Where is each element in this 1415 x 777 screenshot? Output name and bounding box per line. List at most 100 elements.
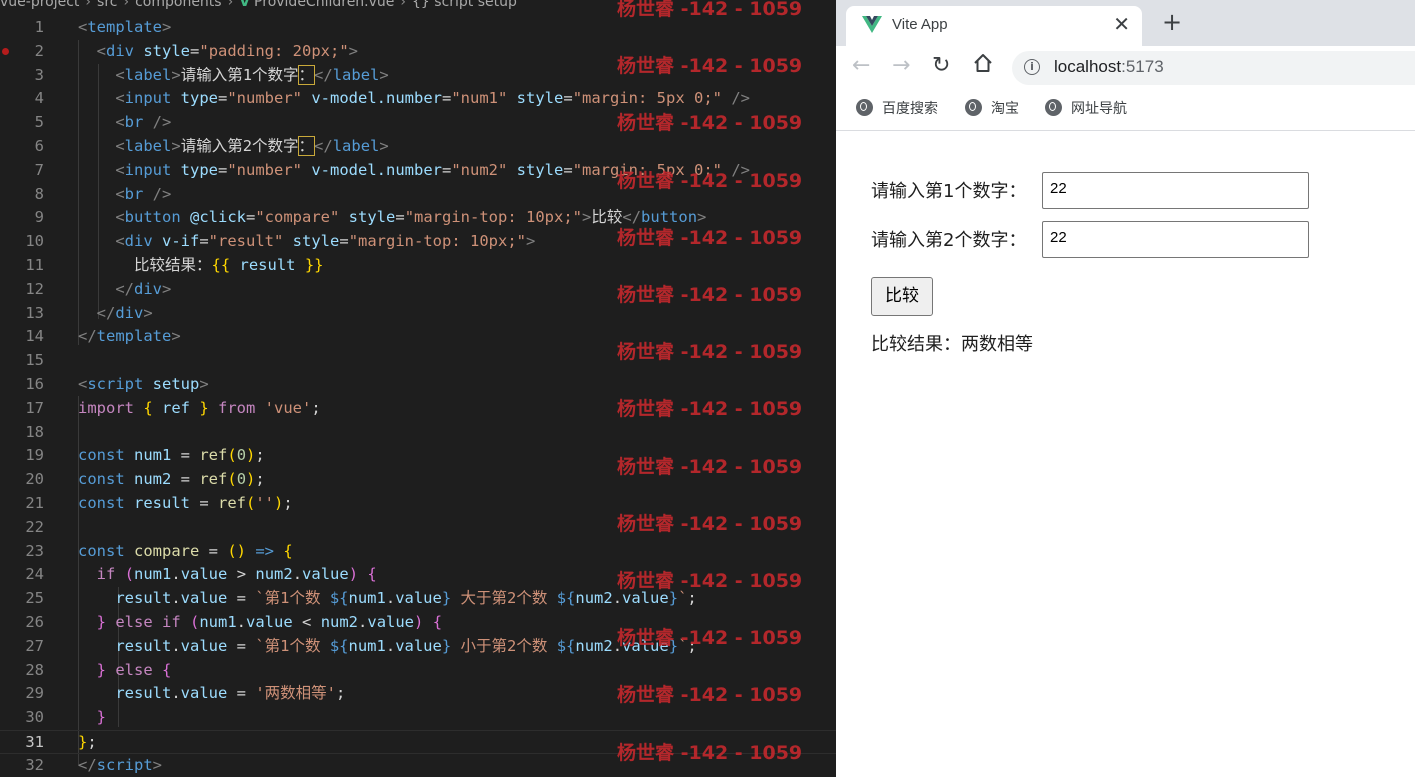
code-text: 比较结果：{{ result }} [78, 254, 324, 278]
address-bar[interactable]: i localhost:5173 [1012, 51, 1415, 85]
breadcrumb-item-project[interactable]: vue-project [0, 0, 79, 10]
code-token: < [115, 65, 125, 84]
code-token: } [96, 660, 116, 679]
code-token: 小于第2个数 [451, 636, 557, 655]
code-text: import { ref } from 'vue'; [78, 397, 321, 421]
code-text: <label>请输入第1个数字：</label> [78, 64, 389, 88]
code-token: }} [304, 255, 324, 274]
watermark-text: 杨世睿 -142 - 1059 [617, 226, 803, 249]
code-line[interactable]: 23 const compare = () => { [0, 540, 836, 564]
code-token: . [385, 589, 396, 608]
code-token: > [171, 65, 181, 84]
code-text: result.value = `第1个数 ${num1.value} 大于第2个… [78, 587, 696, 611]
code-token: </ [314, 65, 333, 84]
code-token: style [348, 208, 396, 227]
back-arrow-icon[interactable]: ← [852, 53, 870, 78]
code-token: script [87, 374, 153, 393]
bookmark-nav[interactable]: 网址导航 [1045, 98, 1127, 120]
code-token: < [115, 232, 125, 251]
code-token: . [171, 636, 181, 655]
code-token: `第1个数 [255, 636, 330, 655]
code-token: ) { [414, 612, 443, 631]
line-number: 7 [34, 160, 44, 179]
reload-icon[interactable]: ↻ [932, 53, 950, 78]
breadcrumb-item-src[interactable]: src [97, 0, 117, 10]
close-tab-icon[interactable]: ✕ [1113, 12, 1130, 36]
num2-input[interactable]: 22 [1042, 221, 1309, 258]
code-token: '' [255, 493, 275, 512]
code-line[interactable]: 18 [0, 421, 836, 445]
code-text: const compare = () => { [78, 540, 293, 564]
code-token: = [395, 208, 405, 227]
code-token: = [236, 636, 256, 655]
code-token: const [78, 541, 134, 560]
code-token: "number" [227, 160, 312, 179]
code-token: value [180, 589, 237, 608]
code-token: result [115, 589, 172, 608]
code-token: value [395, 589, 442, 608]
code-token: < [115, 136, 125, 155]
breadcrumb-item-file[interactable]: ProvideChildren.vue [254, 0, 394, 10]
code-text: </div> [78, 278, 171, 302]
code-token: > [348, 41, 359, 60]
watermark-text: 杨世睿 -142 - 1059 [617, 455, 803, 478]
code-line[interactable]: 30 } [0, 706, 836, 730]
code-line[interactable]: 11 比较结果：{{ result }} [0, 254, 836, 278]
code-text: }; [78, 731, 97, 755]
code-token: > [199, 374, 209, 393]
home-icon[interactable] [972, 52, 994, 74]
code-token: ; [283, 493, 293, 512]
code-token: compare [134, 541, 209, 560]
watermark-text: 杨世睿 -142 - 1059 [617, 512, 803, 535]
code-token: ${ [329, 589, 349, 608]
code-token: "compare" [255, 208, 349, 227]
breadcrumb-item-symbol[interactable]: {} script setup [412, 0, 517, 10]
code-line[interactable]: 28 } else { [0, 659, 836, 683]
bookmark-taobao[interactable]: 淘宝 [965, 98, 1019, 120]
bookmark-baidu[interactable]: 百度搜索 [856, 98, 938, 120]
browser-tab[interactable]: Vite App ✕ [846, 6, 1142, 46]
line-number: 24 [25, 565, 44, 584]
url-text[interactable]: localhost:5173 [1054, 57, 1164, 77]
bookmark-label: 淘宝 [991, 101, 1019, 117]
watermark-text: 杨世睿 -142 - 1059 [617, 0, 803, 20]
chevron-right-icon: › [227, 0, 234, 10]
code-token: num1 [134, 565, 172, 584]
code-token: label [332, 65, 380, 84]
compare-button[interactable]: 比较 [871, 277, 933, 316]
globe-icon [1045, 99, 1062, 116]
code-line[interactable]: 16 <script setup> [0, 373, 836, 397]
code-token: const [78, 493, 134, 512]
code-token: div [106, 41, 144, 60]
code-token: style [516, 89, 564, 108]
code-token: ; [255, 470, 265, 489]
info-icon[interactable]: i [1024, 59, 1040, 75]
code-token: value [395, 636, 442, 655]
breadcrumb-item-components[interactable]: components [135, 0, 222, 10]
line-number: 21 [25, 493, 44, 512]
code-token: ${ [556, 636, 576, 655]
code-token: ) [246, 446, 256, 465]
code-text: <br /> [78, 111, 171, 135]
code-token: ： [297, 64, 316, 85]
code-token: script [96, 755, 153, 774]
tab-title: Vite App [892, 16, 948, 33]
forward-arrow-icon[interactable]: → [892, 53, 910, 78]
code-token: ( [124, 565, 135, 584]
num1-input[interactable]: 22 [1042, 172, 1309, 209]
code-line[interactable]: 6 <label>请输入第2个数字：</label> [0, 135, 836, 159]
code-token: num1 [348, 636, 386, 655]
code-token: </ [115, 279, 134, 298]
new-tab-button[interactable]: + [1162, 8, 1182, 36]
code-text: <label>请输入第2个数字：</label> [78, 135, 389, 159]
code-editor[interactable]: vue-project › src › components › V ProvideChild… [0, 0, 836, 777]
line-number: 26 [25, 612, 44, 631]
code-token: < [96, 41, 107, 60]
code-token: = [180, 446, 200, 465]
code-token: style [143, 41, 191, 60]
chevron-right-icon: › [123, 0, 130, 10]
bookmark-label: 网址导航 [1071, 101, 1127, 117]
code-token: type [180, 160, 218, 179]
